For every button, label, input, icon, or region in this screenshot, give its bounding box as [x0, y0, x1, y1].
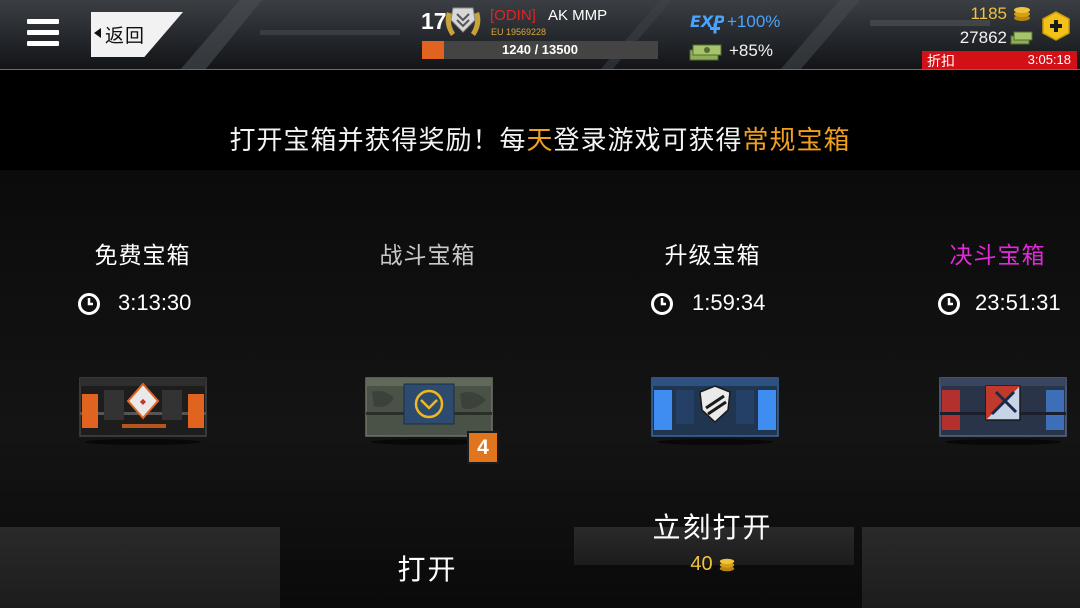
chest-title-duel: 决斗宝箱: [949, 243, 1046, 269]
duel-chest-platform: [862, 527, 1080, 608]
chest-title-free: 免费宝箱: [94, 243, 191, 269]
chest-timer-value: 3:13:30: [118, 290, 192, 315]
rank-badge-icon: [445, 7, 481, 36]
cash-bonus-value: +85%: [729, 41, 773, 60]
open-upgrade-chest-now-button[interactable]: 立刻打开: [570, 506, 855, 546]
chest-timer-upgrade: 1:59:34: [570, 290, 855, 318]
discount-label: 折扣: [927, 54, 955, 70]
duel-chest-image[interactable]: [938, 368, 1068, 446]
headline-highlight: 天: [526, 126, 554, 156]
menu-icon-bar: [27, 30, 59, 35]
headline: 打开宝箱并获得奖励！每天登录游戏可获得常规宝箱: [0, 120, 1080, 157]
cash-small-icon: [1010, 31, 1033, 45]
headline-highlight: 常规宝箱: [742, 126, 851, 156]
back-arrow-icon: [94, 28, 101, 38]
menu-button[interactable]: [27, 17, 59, 49]
upgrade-chest-price-value: 40: [690, 553, 713, 575]
cash-stack-icon: [689, 44, 722, 61]
add-currency-button[interactable]: [1041, 11, 1071, 41]
back-button[interactable]: 返回: [91, 12, 183, 57]
gold-coin-icon: [719, 558, 734, 571]
menu-icon-bar: [27, 19, 59, 24]
chest-title-upgrade: 升级宝箱: [664, 243, 761, 269]
headline-part: 打开宝箱并获得奖励！每: [229, 126, 527, 156]
clock-icon: [938, 293, 960, 315]
player-name: AK MMP: [548, 7, 608, 24]
discount-banner[interactable]: 折扣 3:05:18: [922, 51, 1077, 70]
discount-timer: 3:05:18: [1027, 52, 1071, 67]
battle-chest-count-badge: 4: [467, 431, 499, 464]
free-chest-platform: [0, 527, 280, 608]
chest-timer-free: 3:13:30: [0, 290, 285, 318]
chest-timer-duel: 23:51:31: [855, 290, 1080, 318]
menu-icon-bar: [27, 41, 59, 46]
upgrade-chest-image[interactable]: [650, 368, 780, 446]
top-bar: 返回 17 [ODIN] AK MMP EU 19569228 1240 / 1…: [0, 0, 1080, 70]
clan-tag: [ODIN]: [490, 7, 536, 24]
xp-progress-text: 1240 / 13500: [502, 42, 578, 57]
exp-icon: EXP: [690, 12, 724, 34]
top-bar-divider: [0, 69, 1080, 70]
chest-title-battle: 战斗宝箱: [379, 243, 476, 269]
exp-bonus-value: +100%: [727, 12, 781, 31]
xp-progress-bar: 1240 / 13500: [422, 41, 658, 59]
gold-amount: 1185: [970, 4, 1007, 23]
clock-icon: [651, 293, 673, 315]
clock-icon: [78, 293, 100, 315]
headline-part: 登录游戏可获得: [553, 126, 743, 156]
player-id: EU 19569228: [491, 27, 547, 37]
free-chest-image[interactable]: ◆: [78, 368, 208, 446]
open-battle-chest-button[interactable]: 打开: [285, 548, 570, 588]
svg-text:◆: ◆: [140, 397, 147, 406]
back-label: 返回: [105, 25, 146, 47]
chest-timer-value: 1:59:34: [692, 290, 766, 315]
gold-coin-icon: [1014, 7, 1030, 21]
cash-amount: 27862: [959, 28, 1007, 47]
chest-timer-value: 23:51:31: [975, 290, 1061, 315]
upgrade-chest-price: 40: [653, 553, 773, 576]
